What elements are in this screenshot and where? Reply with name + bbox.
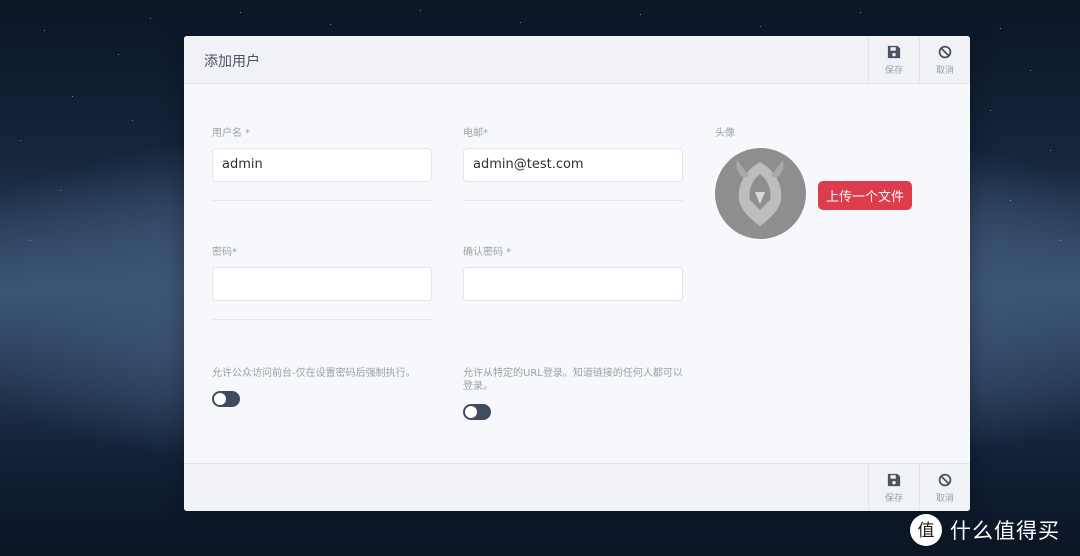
cancel-label: 取消	[935, 493, 954, 504]
email-label: 电邮*	[463, 128, 488, 139]
save-button[interactable]: 保存	[868, 464, 919, 511]
toggle-knob	[214, 393, 226, 405]
password-label: 密码*	[212, 247, 237, 258]
save-button[interactable]: 保存	[868, 36, 919, 84]
svg-text:值: 值	[918, 521, 935, 541]
helmet-icon	[736, 160, 784, 226]
divider	[212, 319, 432, 320]
save-label: 保存	[884, 65, 903, 76]
cancel-button[interactable]: 取消	[919, 36, 970, 84]
avatar-label: 头像	[715, 128, 735, 139]
email-input[interactable]: admin@test.com	[463, 148, 683, 182]
url-login-label: 允许从特定的URL登录。知道链接的任何人都可以登录。	[463, 368, 683, 392]
username-input[interactable]: admin	[212, 148, 432, 182]
save-icon	[887, 45, 901, 58]
cancel-icon	[938, 473, 952, 486]
cancel-icon	[938, 45, 952, 58]
add-user-dialog: 添加用户 保存 取消 用户名 * admin 电邮* admin@test.co…	[184, 36, 970, 511]
upload-file-button[interactable]: 上传一个文件	[818, 181, 912, 210]
confirm-password-label: 确认密码 *	[463, 247, 512, 258]
watermark: 值 什么值得买	[910, 514, 1060, 546]
header-actions: 保存 取消	[868, 36, 970, 84]
logo-glyph: 值	[918, 521, 935, 541]
divider	[463, 200, 683, 201]
dialog-title: 添加用户	[204, 54, 260, 70]
toggle-knob	[465, 406, 477, 418]
confirm-password-input[interactable]	[463, 267, 683, 301]
footer-actions: 保存 取消	[868, 464, 970, 511]
public-access-label: 允许公众访问前台-仅在设置密码后强制执行。	[212, 368, 416, 379]
smzdm-logo: 值	[910, 514, 942, 546]
cancel-label: 取消	[935, 65, 954, 76]
password-input[interactable]	[212, 267, 432, 301]
url-login-toggle[interactable]	[463, 404, 491, 420]
username-label: 用户名 *	[212, 128, 251, 139]
cancel-button[interactable]: 取消	[919, 464, 970, 511]
save-icon	[887, 473, 901, 486]
divider	[212, 200, 432, 201]
watermark-text: 什么值得买	[950, 519, 1060, 543]
avatar	[715, 148, 806, 239]
dialog-footer: 保存 取消	[184, 463, 970, 511]
public-access-toggle[interactable]	[212, 391, 240, 407]
save-label: 保存	[884, 493, 903, 504]
dialog-header: 添加用户 保存 取消	[184, 36, 970, 84]
